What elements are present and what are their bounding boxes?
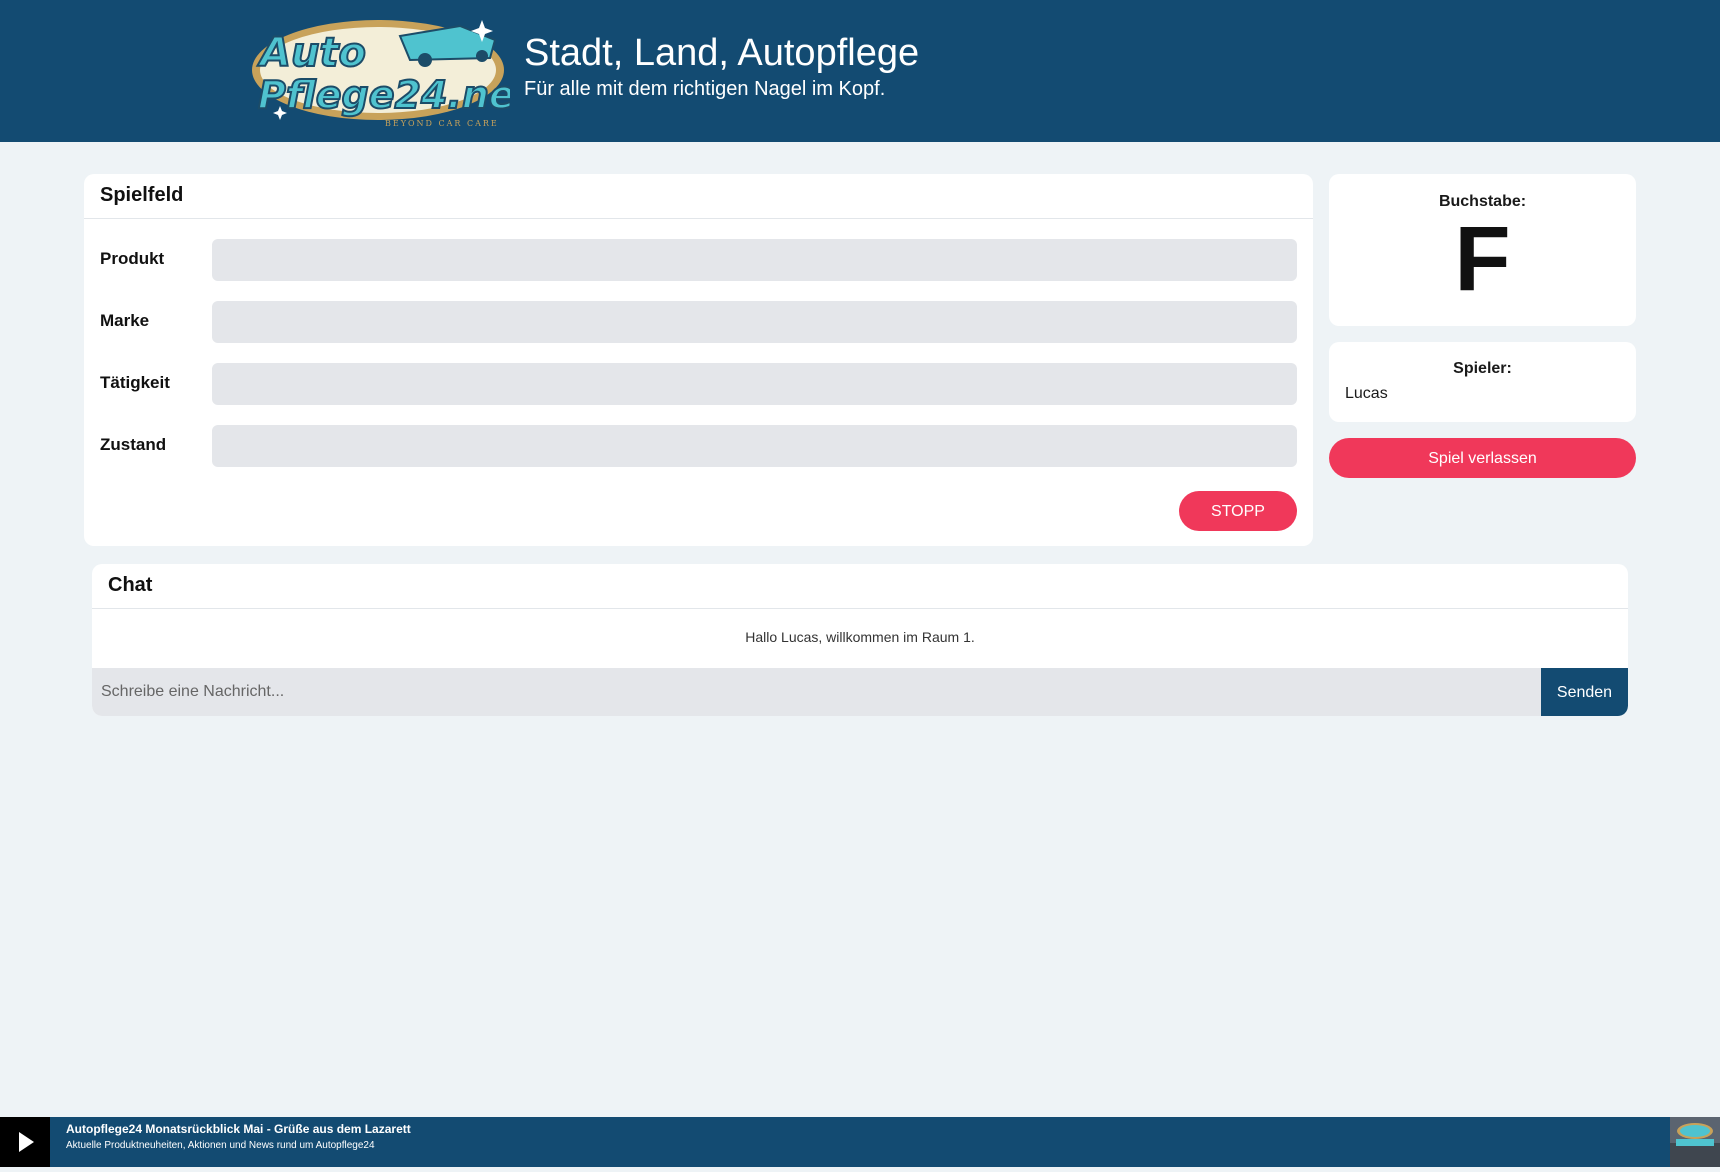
track-title[interactable]: Autopflege24 Monatsrückblick Mai - Grüße… xyxy=(66,1122,411,1136)
site-subtitle: Für alle mit dem richtigen Nagel im Kopf… xyxy=(524,78,886,100)
spielfeld-card: Spielfeld Produkt Marke Tätigkeit Zustan… xyxy=(84,174,1313,546)
chat-card: Chat Hallo Lucas, willkommen im Raum 1. … xyxy=(92,564,1628,716)
audio-player-bar: Autopflege24 Monatsrückblick Mai - Grüße… xyxy=(0,1117,1720,1167)
field-label-produkt: Produkt xyxy=(100,249,165,268)
chat-message: Hallo Lucas, willkommen im Raum 1. xyxy=(745,629,975,645)
field-label-taetigkeit: Tätigkeit xyxy=(100,373,170,392)
chat-input[interactable] xyxy=(92,668,1541,716)
field-label-marke: Marke xyxy=(100,311,150,330)
svg-text:Auto: Auto xyxy=(257,30,366,76)
player-name: Lucas xyxy=(1345,385,1388,402)
site-header: Auto Pflege24.net BEYOND CAR CARE Stadt,… xyxy=(0,0,1720,142)
letter-card: Buchstabe: F xyxy=(1329,174,1636,326)
track-description: Aktuelle Produktneuheiten, Aktionen und … xyxy=(66,1140,375,1151)
field-row-produkt: Produkt xyxy=(100,239,1297,281)
spielfeld-title: Spielfeld xyxy=(84,174,1313,219)
produkt-input[interactable] xyxy=(212,239,1297,281)
svg-text:Pflege24.net: Pflege24.net xyxy=(258,73,510,117)
zustand-input[interactable] xyxy=(212,425,1297,467)
field-row-zustand: Zustand xyxy=(100,425,1297,467)
players-card: Spieler: Lucas xyxy=(1329,342,1636,422)
current-letter: F xyxy=(1454,208,1511,310)
marke-input[interactable] xyxy=(212,301,1297,343)
field-row-marke: Marke xyxy=(100,301,1297,343)
field-label-zustand: Zustand xyxy=(100,435,167,454)
site-title: Stadt, Land, Autopflege xyxy=(524,32,920,74)
podcast-cover-thumbnail[interactable] xyxy=(1670,1117,1720,1167)
field-row-taetigkeit: Tätigkeit xyxy=(100,363,1297,405)
players-label: Spieler: xyxy=(1453,360,1512,377)
svg-text:BEYOND CAR CARE: BEYOND CAR CARE xyxy=(385,119,499,128)
stopp-button[interactable]: STOPP xyxy=(1179,491,1297,531)
send-button[interactable]: Senden xyxy=(1541,668,1628,716)
taetigkeit-input[interactable] xyxy=(212,363,1297,405)
chat-title: Chat xyxy=(92,564,1628,609)
play-icon xyxy=(19,1132,34,1152)
play-button[interactable] xyxy=(0,1117,50,1167)
site-logo[interactable]: Auto Pflege24.net BEYOND CAR CARE xyxy=(250,14,510,130)
leave-game-button[interactable]: Spiel verlassen xyxy=(1329,438,1636,478)
